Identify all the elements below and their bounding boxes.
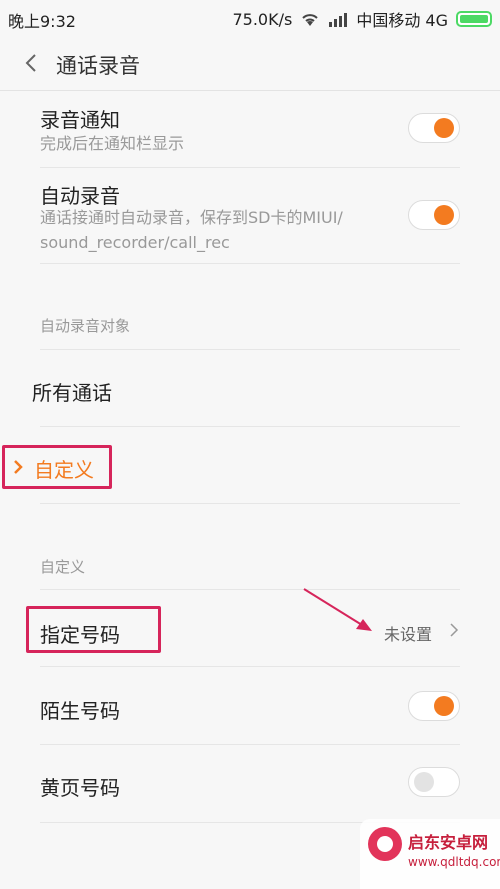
auto-record-toggle[interactable] bbox=[408, 200, 460, 230]
wifi-icon bbox=[302, 14, 319, 26]
yellow-page-numbers-row[interactable]: 黄页号码 bbox=[0, 746, 500, 823]
highlight-box bbox=[2, 445, 112, 489]
watermark-title: 启东安卓网 bbox=[408, 833, 489, 852]
highlight-box bbox=[26, 606, 161, 653]
notify-title: 录音通知 bbox=[40, 108, 120, 132]
back-icon[interactable] bbox=[22, 52, 42, 74]
auto-record-title: 自动录音 bbox=[40, 184, 120, 208]
status-bar: 晚上9:32 75.0K/s 中国移动 4G bbox=[0, 0, 500, 36]
stranger-numbers-toggle[interactable] bbox=[408, 691, 460, 721]
signal-icon bbox=[329, 13, 348, 27]
notify-toggle[interactable] bbox=[408, 113, 460, 143]
watermark-url: www.qdltdq.com bbox=[408, 855, 500, 869]
divider bbox=[40, 744, 460, 745]
status-time: 晚上9:32 bbox=[8, 12, 76, 31]
page-title: 通话录音 bbox=[56, 54, 140, 78]
chevron-right-icon bbox=[450, 623, 459, 637]
option-all-calls-label: 所有通话 bbox=[32, 381, 112, 405]
battery-icon bbox=[456, 11, 492, 27]
status-right: 75.0K/s 中国移动 4G bbox=[232, 7, 492, 31]
watermark: 启东安卓网 www.qdltdq.com bbox=[360, 819, 500, 889]
section-header-custom: 自定义 bbox=[40, 558, 86, 576]
section-header-auto-target: 自动录音对象 bbox=[40, 317, 131, 335]
auto-record-setting-row[interactable]: 自动录音 通话接通时自动录音，保存到SD卡的MIUI/ sound_record… bbox=[0, 168, 500, 264]
divider bbox=[40, 666, 460, 667]
stranger-numbers-title: 陌生号码 bbox=[40, 699, 120, 723]
divider bbox=[40, 263, 460, 264]
specified-numbers-value: 未设置 bbox=[383, 625, 432, 644]
auto-record-subtitle-line2: sound_recorder/call_rec bbox=[40, 233, 230, 252]
option-all-calls[interactable]: 所有通话 bbox=[0, 350, 500, 427]
annotation-arrow-icon bbox=[303, 588, 372, 631]
watermark-logo-icon bbox=[368, 827, 402, 861]
header: 通话录音 bbox=[0, 36, 500, 91]
network-speed: 75.0K/s bbox=[232, 9, 293, 29]
yellow-page-numbers-title: 黄页号码 bbox=[40, 776, 120, 800]
notify-setting-row[interactable]: 录音通知 完成后在通知栏显示 bbox=[0, 90, 500, 168]
stranger-numbers-row[interactable]: 陌生号码 bbox=[0, 668, 500, 745]
notify-subtitle: 完成后在通知栏显示 bbox=[40, 134, 185, 153]
divider bbox=[40, 503, 460, 504]
yellow-page-numbers-toggle[interactable] bbox=[408, 767, 460, 797]
carrier-label: 中国移动 4G bbox=[356, 11, 448, 30]
auto-record-subtitle-line1: 通话接通时自动录音，保存到SD卡的MIUI/ bbox=[40, 208, 343, 227]
